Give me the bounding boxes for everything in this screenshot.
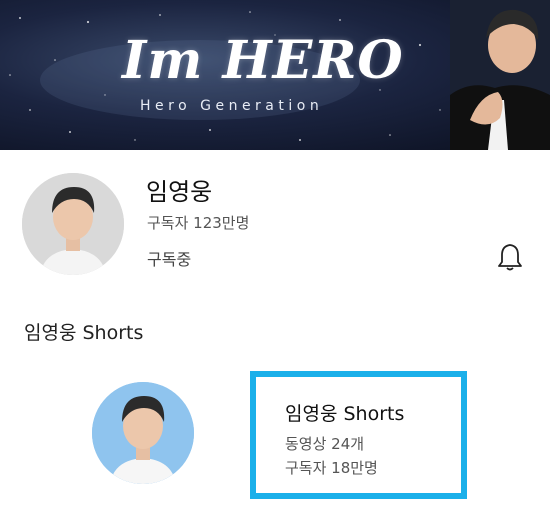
shorts-video-count: 동영상 24개 bbox=[285, 435, 365, 453]
channel-avatar-image bbox=[22, 173, 124, 275]
shorts-channel-name: 임영웅 Shorts bbox=[285, 403, 405, 425]
channel-banner: Im HERO Hero Generation bbox=[0, 0, 550, 150]
bell-icon[interactable] bbox=[496, 242, 524, 272]
channel-avatar[interactable] bbox=[22, 173, 124, 275]
shorts-subscriber-count: 구독자 18만명 bbox=[285, 459, 378, 477]
shorts-avatar-image bbox=[92, 382, 194, 484]
subscriber-count: 구독자 123만명 bbox=[147, 214, 250, 232]
shorts-channel-avatar[interactable] bbox=[92, 382, 194, 484]
banner-title: Im HERO bbox=[122, 30, 404, 91]
channel-name: 임영웅 bbox=[146, 178, 213, 206]
shorts-channel-card[interactable]: 임영웅 Shorts 동영상 24개 구독자 18만명 bbox=[250, 371, 467, 499]
section-title: 임영웅 Shorts bbox=[24, 322, 144, 344]
banner-subtitle: Hero Generation bbox=[140, 98, 324, 114]
banner-portrait bbox=[450, 0, 550, 150]
subscribed-button[interactable]: 구독중 bbox=[147, 246, 191, 270]
